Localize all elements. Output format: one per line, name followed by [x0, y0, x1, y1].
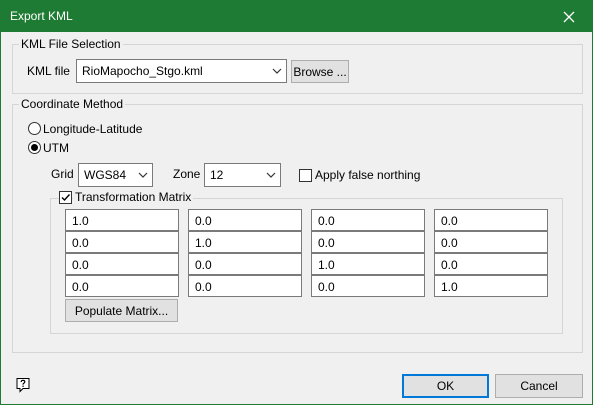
coordinate-method-legend: Coordinate Method: [19, 97, 126, 111]
kml-file-value: RioMapocho_Stgo.kml: [82, 64, 203, 78]
matrix-cell-value: 0.0: [72, 236, 89, 250]
kml-file-label: KML file: [27, 64, 70, 78]
matrix-cell-value: 0.0: [441, 214, 458, 228]
browse-button-label: Browse ...: [293, 64, 347, 79]
longitude-latitude-label[interactable]: Longitude-Latitude: [43, 122, 142, 136]
zone-combo[interactable]: 12: [204, 163, 281, 187]
help-icon[interactable]: [15, 377, 31, 393]
ok-button[interactable]: OK: [402, 374, 489, 398]
matrix-cell-value: 0.0: [195, 280, 212, 294]
matrix-cell-r0-c2[interactable]: 0.0: [311, 209, 425, 231]
kml-file-selection-legend: KML File Selection: [19, 37, 123, 51]
matrix-cell-value: 1.0: [441, 280, 458, 294]
matrix-cell-value: 0.0: [72, 280, 89, 294]
close-icon: [563, 11, 575, 22]
title-bar: Export KML: [1, 1, 592, 32]
matrix-cell-r2-c0[interactable]: 0.0: [65, 253, 179, 275]
matrix-cell-r1-c1[interactable]: 1.0: [188, 231, 302, 253]
matrix-cell-r1-c0[interactable]: 0.0: [65, 231, 179, 253]
zone-label: Zone: [173, 167, 201, 181]
apply-false-northing-checkbox[interactable]: [299, 169, 312, 182]
ok-button-label: OK: [436, 379, 455, 393]
apply-false-northing-label[interactable]: Apply false northing: [315, 168, 420, 182]
matrix-cell-r2-c2[interactable]: 1.0: [311, 253, 425, 275]
matrix-cell-value: 0.0: [318, 280, 335, 294]
matrix-cell-value: 0.0: [318, 236, 335, 250]
kml-file-combo[interactable]: RioMapocho_Stgo.kml: [76, 59, 287, 83]
matrix-cell-r3-c2[interactable]: 0.0: [311, 275, 425, 297]
export-kml-dialog: Export KML KML File Selection KML file R…: [0, 0, 593, 405]
matrix-cell-r2-c1[interactable]: 0.0: [188, 253, 302, 275]
cancel-button[interactable]: Cancel: [495, 374, 583, 398]
matrix-cell-r3-c0[interactable]: 0.0: [65, 275, 179, 297]
transformation-matrix-label[interactable]: Transformation Matrix: [73, 190, 194, 204]
browse-button[interactable]: Browse ...: [291, 60, 349, 83]
matrix-cell-value: 0.0: [441, 258, 458, 272]
matrix-cell-r3-c3[interactable]: 1.0: [434, 275, 548, 297]
matrix-cell-r0-c1[interactable]: 0.0: [188, 209, 302, 231]
populate-matrix-button[interactable]: Populate Matrix...: [65, 299, 178, 322]
grid-label: Grid: [51, 167, 74, 181]
chevron-down-icon: [266, 172, 276, 178]
matrix-cell-value: 0.0: [195, 258, 212, 272]
transformation-matrix-checkbox[interactable]: [59, 191, 72, 204]
matrix-cell-value: 1.0: [318, 258, 335, 272]
matrix-cell-value: 0.0: [441, 236, 458, 250]
cancel-button-label: Cancel: [520, 379, 558, 393]
longitude-latitude-radio[interactable]: [28, 122, 41, 135]
matrix-cell-r2-c3[interactable]: 0.0: [434, 253, 548, 275]
chevron-down-icon: [272, 68, 282, 74]
matrix-cell-value: 0.0: [318, 214, 335, 228]
matrix-cell-value: 0.0: [195, 214, 212, 228]
utm-radio[interactable]: [28, 141, 41, 154]
grid-value: WGS84: [84, 168, 127, 182]
close-button[interactable]: [546, 1, 592, 32]
checkmark-icon: [61, 194, 71, 202]
matrix-cell-value: 1.0: [195, 236, 212, 250]
matrix-cell-r1-c3[interactable]: 0.0: [434, 231, 548, 253]
matrix-cell-value: 0.0: [72, 258, 89, 272]
matrix-cell-r0-c3[interactable]: 0.0: [434, 209, 548, 231]
utm-label[interactable]: UTM: [43, 141, 69, 155]
zone-value: 12: [210, 168, 224, 182]
window-title: Export KML: [10, 9, 73, 23]
matrix-cell-r3-c1[interactable]: 0.0: [188, 275, 302, 297]
chevron-down-icon: [138, 172, 148, 178]
matrix-cell-r0-c0[interactable]: 1.0: [65, 209, 179, 231]
populate-matrix-label: Populate Matrix...: [74, 303, 169, 318]
matrix-cell-value: 1.0: [72, 214, 89, 228]
grid-combo[interactable]: WGS84: [78, 163, 153, 187]
matrix-cell-r1-c2[interactable]: 0.0: [311, 231, 425, 253]
